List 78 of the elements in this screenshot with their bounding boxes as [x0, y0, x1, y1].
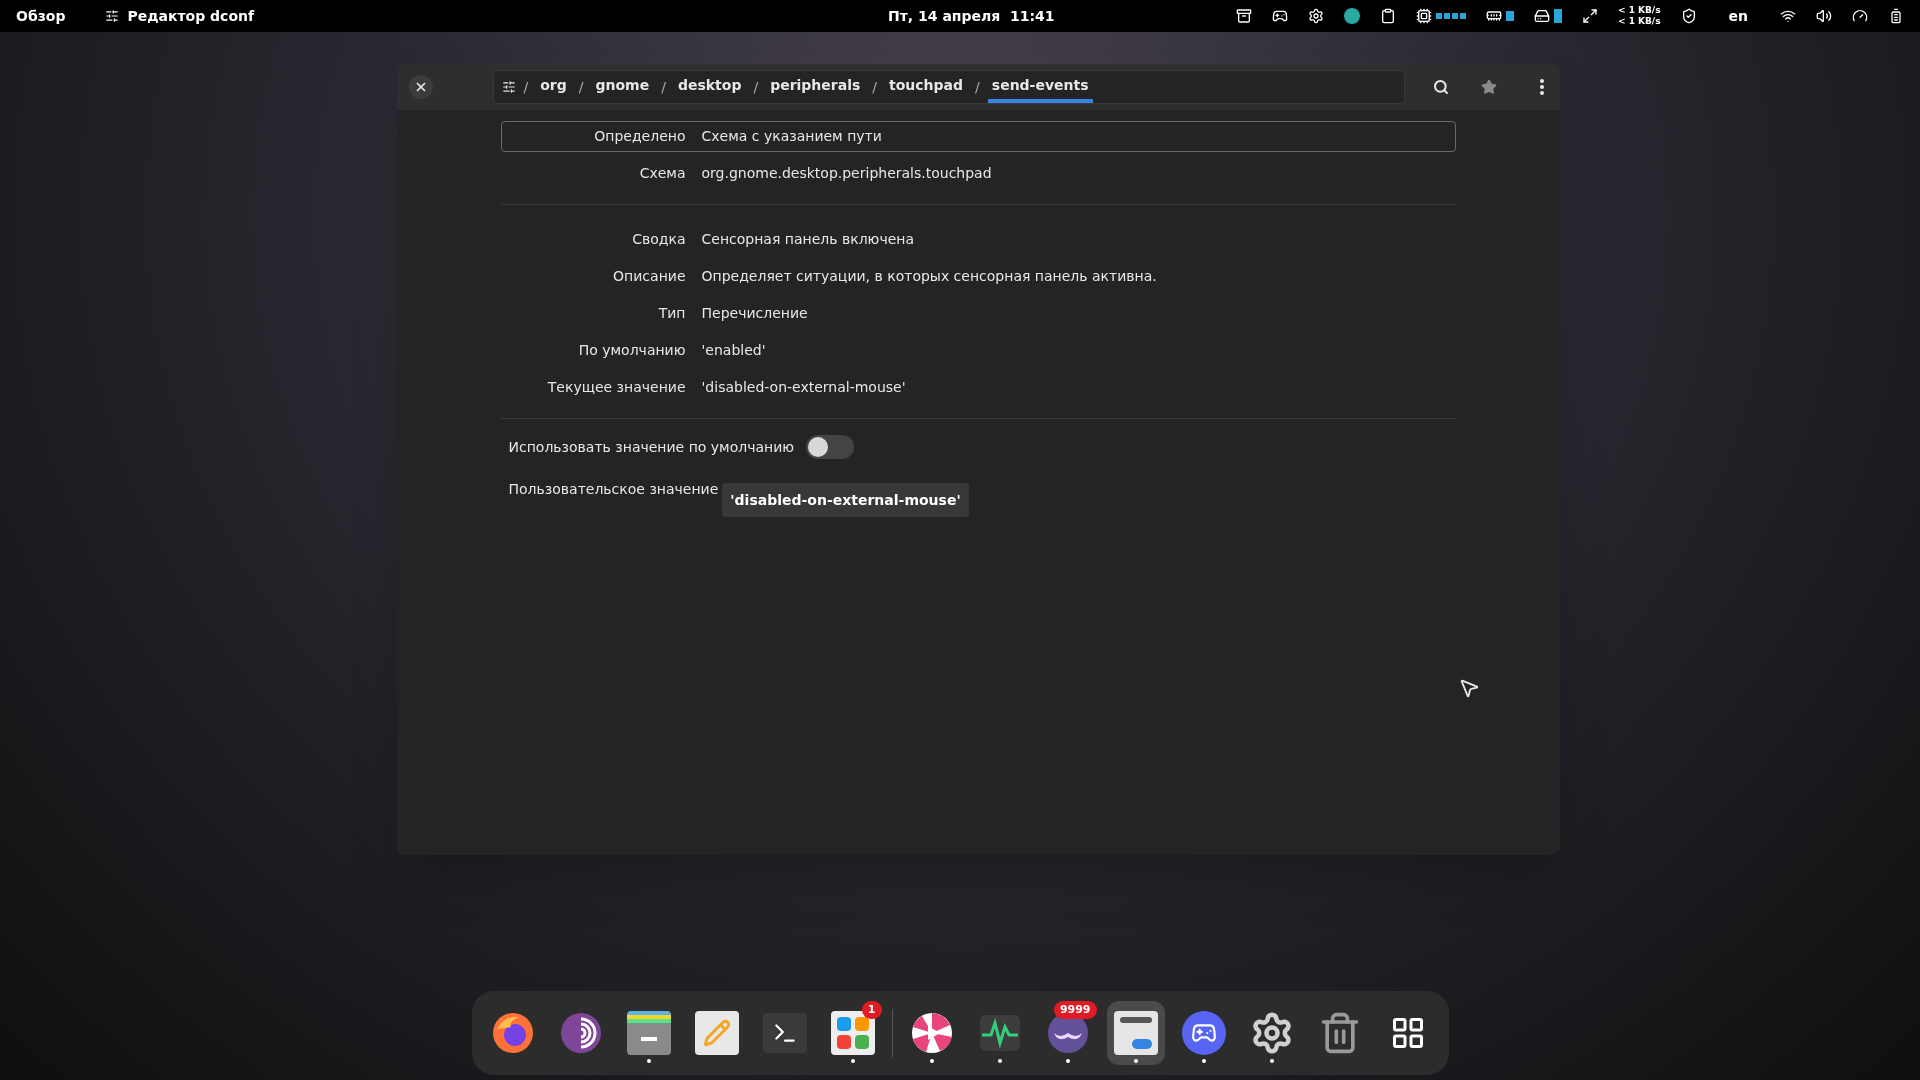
field-label: Тип [657, 304, 687, 323]
disk-meter [1553, 9, 1562, 23]
toggle-switch[interactable] [806, 435, 855, 459]
notification-count: 1 [861, 1001, 882, 1019]
app-store-icon [830, 1011, 875, 1055]
dock-item[interactable]: 1 [823, 1001, 882, 1065]
battery-icon[interactable] [1888, 8, 1904, 24]
gear-icon[interactable] [1307, 8, 1324, 24]
field-value: 'disabled-on-external-mouse' [701, 378, 906, 397]
drive-icon[interactable] [1533, 8, 1550, 24]
path-segment[interactable]: touchpad [885, 71, 968, 103]
terminal-icon [762, 1013, 807, 1053]
path-segment[interactable]: org [536, 71, 571, 103]
cpu-meter [1435, 13, 1466, 19]
activities-button[interactable]: Обзор [16, 5, 66, 27]
field-label: Определено [593, 127, 687, 146]
info-row[interactable]: Схема org.gnome.desktop.peripherals.touchpad [500, 158, 1456, 189]
volume-icon[interactable] [1816, 8, 1832, 24]
field-label: По умолчанию [577, 341, 687, 360]
info-row[interactable]: Тип Перечисление [500, 298, 1456, 329]
memory-meter [1505, 11, 1514, 21]
field-value: org.gnome.desktop.peripherals.touchpad [701, 164, 992, 183]
sliders-icon [105, 9, 120, 23]
path-separator: / [753, 77, 759, 97]
field-value: Определяет ситуации, в которых сенсорная панель активна. [701, 267, 1157, 286]
upload-speed: < 1 KB/s [1617, 5, 1661, 16]
candy-play-icon [909, 1011, 954, 1055]
path-segment[interactable]: send-events [987, 71, 1093, 103]
file-cabinet-icon [626, 1011, 671, 1055]
custom-value-label: Пользовательское значение [508, 480, 719, 499]
onion-circle-icon [558, 1011, 603, 1055]
notification-count: 9999 [1053, 1001, 1097, 1019]
close-button[interactable] [408, 75, 433, 99]
dock-item[interactable]: 9999 [1038, 1001, 1097, 1065]
info-row[interactable]: Сводка Сенсорная панель включена [500, 224, 1456, 255]
fox-globe-icon [490, 1011, 535, 1055]
gauge-icon[interactable] [1852, 8, 1868, 24]
field-value: Сенсорная панель включена [701, 230, 914, 249]
search-icon [1432, 79, 1449, 95]
cpu-icon[interactable] [1415, 8, 1432, 24]
info-row[interactable]: Описание Определяет ситуации, в которых сенсорная панель активна. [500, 261, 1456, 292]
settings-window-icon [1113, 1011, 1158, 1055]
menu-icon [1539, 79, 1544, 95]
shield-icon[interactable] [1680, 8, 1697, 24]
path-segment[interactable]: gnome [591, 71, 654, 103]
info-row[interactable]: Определено Схема с указанием пути [500, 121, 1456, 152]
path-separator: / [661, 77, 666, 97]
sliders-icon[interactable] [501, 80, 516, 94]
memory-icon[interactable] [1485, 8, 1502, 24]
clipboard-icon[interactable] [1379, 8, 1396, 24]
path-separator: / [578, 77, 584, 97]
path-separator: / [975, 77, 980, 97]
field-value: 'enabled' [701, 341, 766, 360]
keyboard-layout[interactable]: en [1716, 5, 1760, 27]
star-icon [1480, 79, 1497, 95]
download-speed: < 1 KB/s [1617, 16, 1661, 27]
game-controller-icon[interactable] [1271, 8, 1288, 24]
field-value: Схема с указанием пути [701, 127, 882, 146]
field-label: Текущее значение [546, 378, 687, 397]
info-row[interactable]: Текущее значение 'disabled-on-external-mouse' [500, 372, 1456, 403]
field-label: Схема [638, 164, 687, 183]
wifi-icon[interactable] [1780, 8, 1796, 24]
info-row[interactable]: По умолчанию 'enabled' [500, 335, 1456, 366]
dock-item[interactable] [1106, 1001, 1165, 1065]
app-menu[interactable]: Редактор dconf [127, 5, 255, 27]
notepad-pencil-icon [694, 1011, 739, 1055]
expand-icon[interactable] [1581, 8, 1598, 24]
clock[interactable]: Пт, 14 апреля 11:41 [888, 5, 1055, 27]
game-controller-icon [1181, 1011, 1226, 1055]
use-default-label: Использовать значение по умолчанию [508, 437, 795, 457]
custom-value-field[interactable]: 'disabled-on-external-mouse' [722, 483, 969, 517]
path-separator: / [872, 77, 878, 97]
path-segment[interactable]: peripherals [766, 71, 865, 103]
field-label: Сводка [631, 230, 687, 249]
path-separator: / [523, 77, 529, 97]
field-label: Описание [612, 267, 687, 286]
field-value: Перечисление [701, 304, 808, 323]
path-segment[interactable]: desktop [673, 71, 746, 103]
